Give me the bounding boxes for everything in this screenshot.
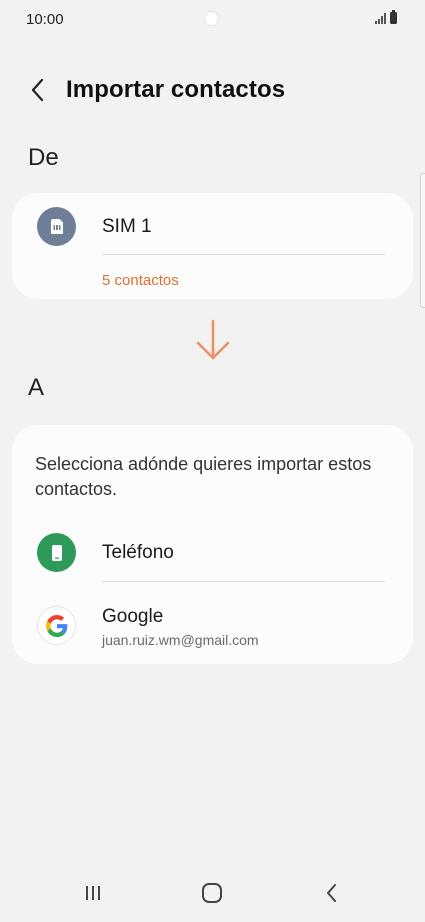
option-title: Google bbox=[102, 606, 164, 627]
recent-apps-icon bbox=[86, 886, 100, 900]
front-camera-icon bbox=[204, 11, 219, 26]
chevron-left-icon bbox=[327, 884, 336, 902]
battery-icon bbox=[390, 10, 397, 24]
page-title: Importar contactos bbox=[66, 76, 286, 103]
destination-option-phone[interactable]: Teléfono bbox=[12, 523, 413, 585]
destination-card: Selecciona adónde quieres importar estos… bbox=[12, 425, 413, 664]
app-header: Importar contactos bbox=[0, 66, 425, 114]
contact-count: 5 contactos bbox=[102, 272, 179, 289]
recent-apps-button[interactable] bbox=[73, 878, 113, 908]
navigation-bar bbox=[0, 862, 425, 922]
phone-icon bbox=[37, 533, 76, 572]
option-subtitle: juan.ruiz.wm@gmail.com bbox=[102, 632, 259, 648]
destination-prompt: Selecciona adónde quieres importar estos… bbox=[35, 454, 372, 499]
chevron-left-icon bbox=[31, 78, 44, 102]
source-card[interactable]: SIM 1 5 contactos bbox=[12, 193, 413, 299]
source-name: SIM 1 bbox=[102, 216, 152, 237]
sim-card-icon bbox=[37, 207, 76, 246]
home-button[interactable] bbox=[192, 878, 232, 908]
status-time: 10:00 bbox=[26, 11, 64, 28]
option-title: Teléfono bbox=[102, 542, 174, 563]
home-icon bbox=[202, 883, 222, 903]
status-icons bbox=[375, 10, 397, 24]
signal-strength-icon bbox=[375, 13, 386, 24]
arrow-down-icon bbox=[196, 319, 230, 360]
edge-panel-handle[interactable] bbox=[420, 173, 425, 308]
back-button[interactable] bbox=[22, 74, 54, 106]
divider bbox=[102, 254, 385, 255]
divider bbox=[102, 581, 385, 582]
to-section-label: A bbox=[28, 374, 45, 401]
status-bar: 10:00 bbox=[0, 0, 425, 40]
nav-back-button[interactable] bbox=[312, 878, 352, 908]
destination-option-google[interactable]: Google juan.ruiz.wm@gmail.com bbox=[12, 593, 413, 655]
from-section-label: De bbox=[28, 144, 59, 171]
google-icon bbox=[37, 606, 76, 645]
